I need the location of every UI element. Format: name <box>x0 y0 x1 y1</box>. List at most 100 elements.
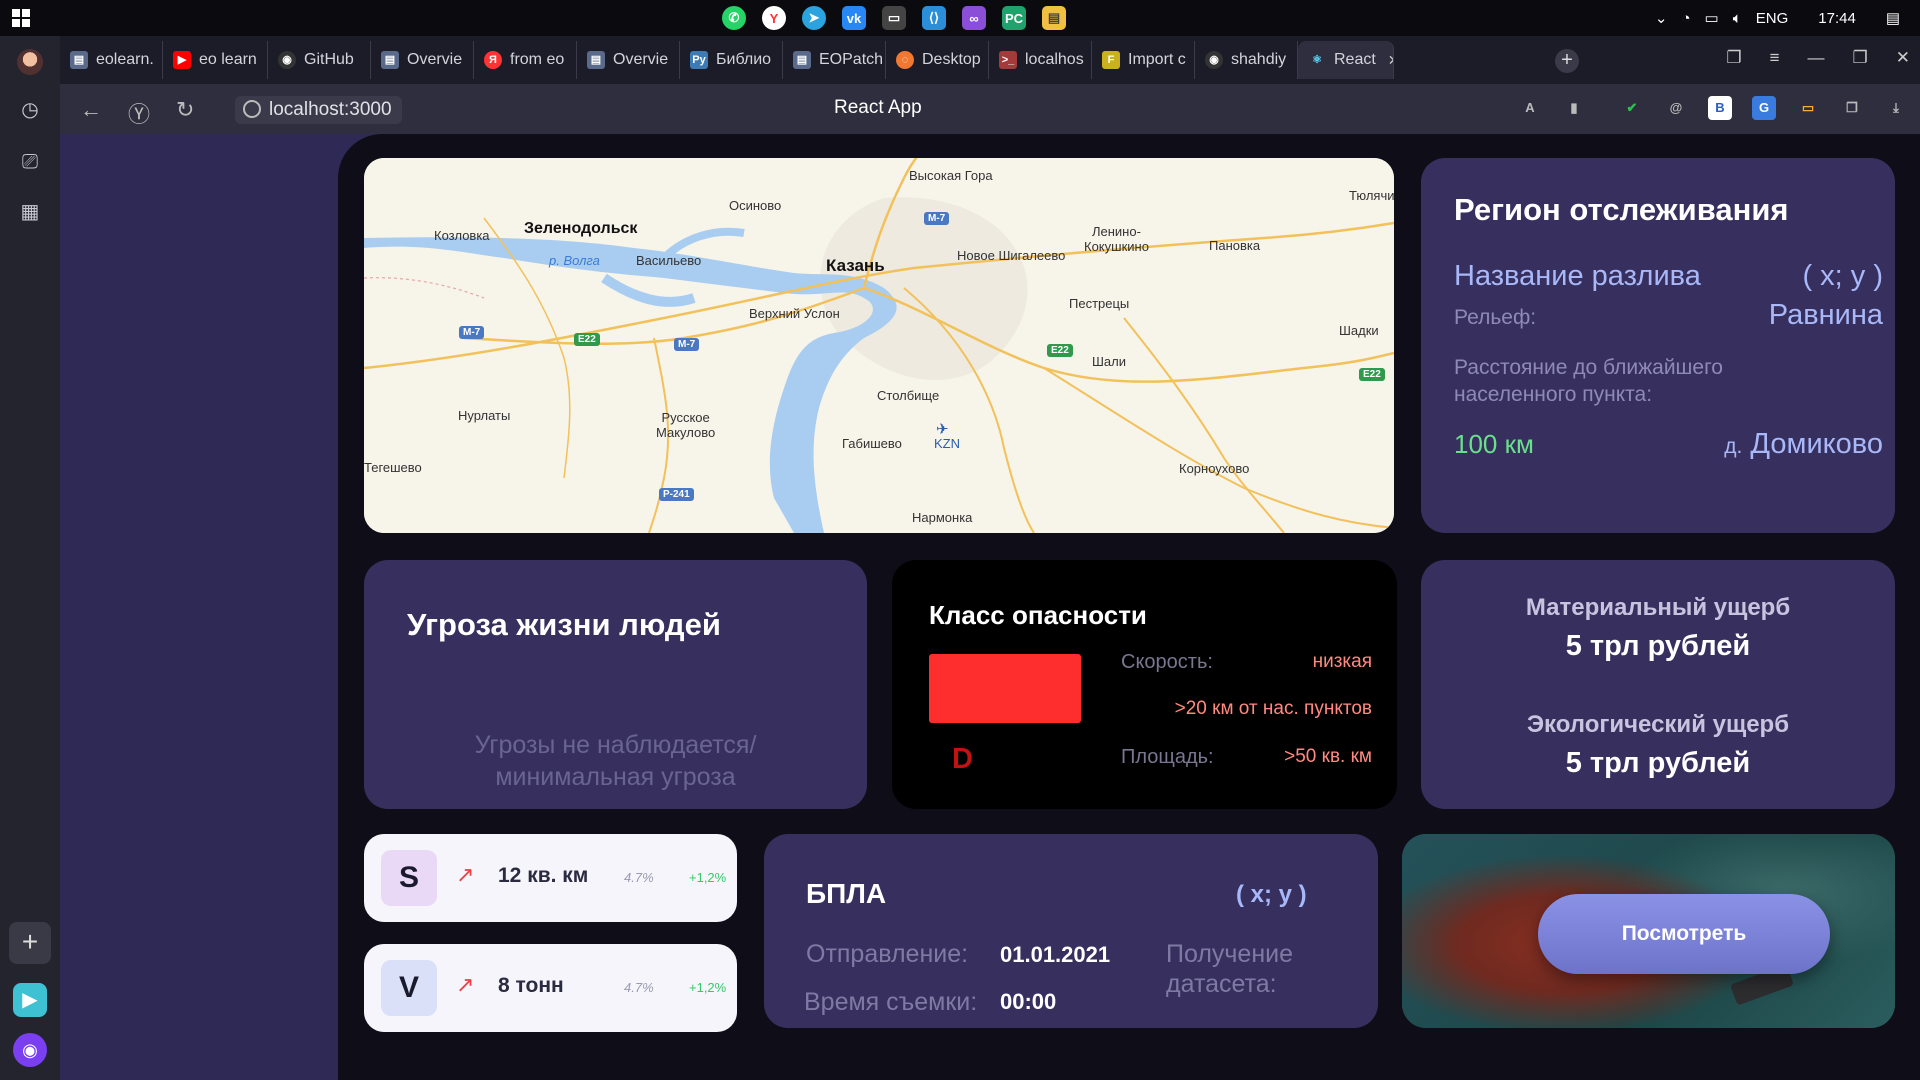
visual-studio-icon[interactable]: ∞ <box>962 6 986 30</box>
tab[interactable]: ▤ Overvie <box>371 41 474 79</box>
clock[interactable]: 17:44 <box>1818 10 1856 27</box>
area-stat-value: 12 кв. км <box>498 864 589 887</box>
menu-icon[interactable]: ≡ <box>1770 48 1780 68</box>
url-text: localhost:3000 <box>269 99 392 120</box>
shot-time-label: Время съемки: <box>804 988 978 1016</box>
add-panel-button[interactable]: + <box>9 922 51 964</box>
tab-label: React <box>1334 51 1376 68</box>
tab[interactable]: ◌ Desktop <box>886 41 989 79</box>
drone-title: БПЛА <box>806 878 887 909</box>
area-stat-delta: +1,2% <box>689 870 727 885</box>
shield-icon[interactable]: ✔ <box>1620 96 1644 120</box>
translate-icon[interactable]: A <box>1518 96 1542 120</box>
tab-manager-icon[interactable]: ❐ <box>1726 48 1741 68</box>
minimize-icon[interactable]: — <box>1808 48 1825 68</box>
volume-icon[interactable]: 🔈︎ <box>1733 10 1742 27</box>
threat-status-line: минимальная угроза <box>495 763 736 791</box>
eco-damage-label: Экологический ущерб <box>1526 711 1790 738</box>
windows-taskbar: ✆ Y ➤ vk ▭ ⟨⟩ ∞ PC ▤ ⌄ ◔ ▭ 🔈︎ ENG 17:44 … <box>0 0 1920 36</box>
collections-icon[interactable]: ❐ <box>1840 96 1864 120</box>
telegram-icon[interactable]: ➤ <box>802 6 826 30</box>
tab-active[interactable]: ⚛ React ✕ <box>1298 41 1394 79</box>
map-label: Ленино- Кокушкино <box>1084 224 1149 254</box>
tab[interactable]: >_ localhos <box>989 41 1092 79</box>
alice-assistant-icon[interactable]: ◉ <box>13 1033 47 1067</box>
departure-value: 01.01.2021 <box>1000 942 1111 967</box>
area-badge: S <box>381 850 437 906</box>
profile-avatar[interactable] <box>17 49 43 75</box>
pycharm-icon[interactable]: PC <box>1002 6 1026 30</box>
volume-stat-delta: +1,2% <box>689 980 727 995</box>
document-icon: ▤ <box>381 51 399 69</box>
road-shield: E22 <box>1047 344 1073 357</box>
terminal-icon[interactable]: ▭ <box>882 6 906 30</box>
battery-saver-icon[interactable]: ▭ <box>1796 96 1820 120</box>
close-tab-icon[interactable]: ✕ <box>1388 52 1393 69</box>
yandex-home-icon[interactable]: Ⓨ <box>128 97 150 129</box>
language-indicator[interactable]: ENG <box>1756 10 1789 27</box>
view-button[interactable]: Посмотреть <box>1538 894 1830 974</box>
relief-label: Рельеф: <box>1454 306 1537 329</box>
yandex-icon[interactable]: Y <box>762 6 786 30</box>
threat-status: Угрозы не наблюдается/ минимальная угроз… <box>364 729 867 793</box>
damage-card: Материальный ущерб 5 трл рублей Экологич… <box>1421 560 1895 809</box>
at-icon[interactable]: @ <box>1664 96 1688 120</box>
screenshot-icon[interactable]: ⎚ <box>18 150 42 174</box>
arrow-up-right-icon: ↗ <box>456 972 475 997</box>
new-tab-button[interactable]: + <box>1555 49 1579 73</box>
document-icon: ▤ <box>70 51 88 69</box>
map-label: Столбище <box>877 388 940 403</box>
python-icon: Py <box>690 51 708 69</box>
history-icon[interactable]: ◷ <box>18 98 42 122</box>
tab[interactable]: ▤ EOPatch <box>783 41 886 79</box>
tab[interactable]: ▤ eolearn. <box>60 41 163 79</box>
extensions-row: A ▮ ✔ @ B G ▭ ❐ ⤓ <box>1518 96 1908 120</box>
yandex-messenger-icon[interactable]: ▶ <box>13 983 47 1017</box>
tab[interactable]: Py Библио <box>680 41 783 79</box>
map-label: Тюлячи <box>1349 188 1394 203</box>
chevron-up-icon[interactable]: ⌄ <box>1655 9 1668 27</box>
url-field[interactable]: localhost:3000 <box>235 96 402 124</box>
maximize-icon[interactable]: ❐ <box>1853 48 1868 68</box>
reload-icon[interactable]: ↻ <box>176 97 194 123</box>
browser-sidebar: ◷ ⎚ ▦ + ▶ ◉ <box>0 36 60 1080</box>
drone-coords: ( x; y ) <box>1236 881 1307 908</box>
close-window-icon[interactable]: ✕ <box>1896 48 1910 68</box>
google-translate-icon[interactable]: G <box>1752 96 1776 120</box>
departure-label: Отправление: <box>806 940 969 968</box>
vscode-icon[interactable]: ⟨⟩ <box>922 6 946 30</box>
map-label: Тегешево <box>364 460 422 475</box>
danger-color-swatch <box>929 654 1081 723</box>
wifi-icon[interactable]: ◔ <box>1681 10 1690 27</box>
tab[interactable]: ▤ Overvie <box>577 41 680 79</box>
apps-grid-icon[interactable]: ▦ <box>18 200 42 224</box>
notifications-icon[interactable]: ▤ <box>1886 9 1900 27</box>
file-explorer-icon[interactable]: ▤ <box>1042 6 1066 30</box>
download-icon[interactable]: ⤓ <box>1884 96 1908 120</box>
windows-start-icon[interactable] <box>12 9 30 27</box>
page-title: React App <box>834 97 922 118</box>
map-label: Русское Макулово <box>656 410 716 440</box>
b-extension-icon[interactable]: B <box>1708 96 1732 120</box>
vk-icon[interactable]: vk <box>842 6 866 30</box>
tab[interactable]: F Import c <box>1092 41 1195 79</box>
tab[interactable]: ▶ eo learn <box>163 41 268 79</box>
whatsapp-icon[interactable]: ✆ <box>722 6 746 30</box>
map-card[interactable]: Козловка Зеленодольск р. Волга Васильево… <box>364 158 1394 533</box>
tab[interactable]: ◉ GitHub <box>268 41 371 79</box>
bookmark-icon[interactable]: ▮ <box>1562 96 1586 120</box>
spill-coords: ( x; y ) <box>1802 260 1883 292</box>
tab-label: EOPatch <box>819 51 884 68</box>
back-arrow-icon[interactable]: ← <box>80 97 102 123</box>
battery-icon[interactable]: ▭ <box>1705 9 1719 27</box>
tab[interactable]: ◉ shahdiy <box>1195 41 1298 79</box>
tab-label: from eo <box>510 51 565 68</box>
speed-label: Скорость: <box>1121 651 1213 673</box>
dataset-label: Получение <box>1166 940 1294 968</box>
arrow-up-right-icon: ↗ <box>456 862 475 887</box>
distance-label: Расстояние до ближайшего населенного пун… <box>1454 356 1723 406</box>
danger-class: D <box>952 743 973 775</box>
react-icon: ⚛ <box>1312 54 1322 66</box>
f-icon: F <box>1102 51 1120 69</box>
tab[interactable]: Яfrom eo <box>474 41 577 79</box>
